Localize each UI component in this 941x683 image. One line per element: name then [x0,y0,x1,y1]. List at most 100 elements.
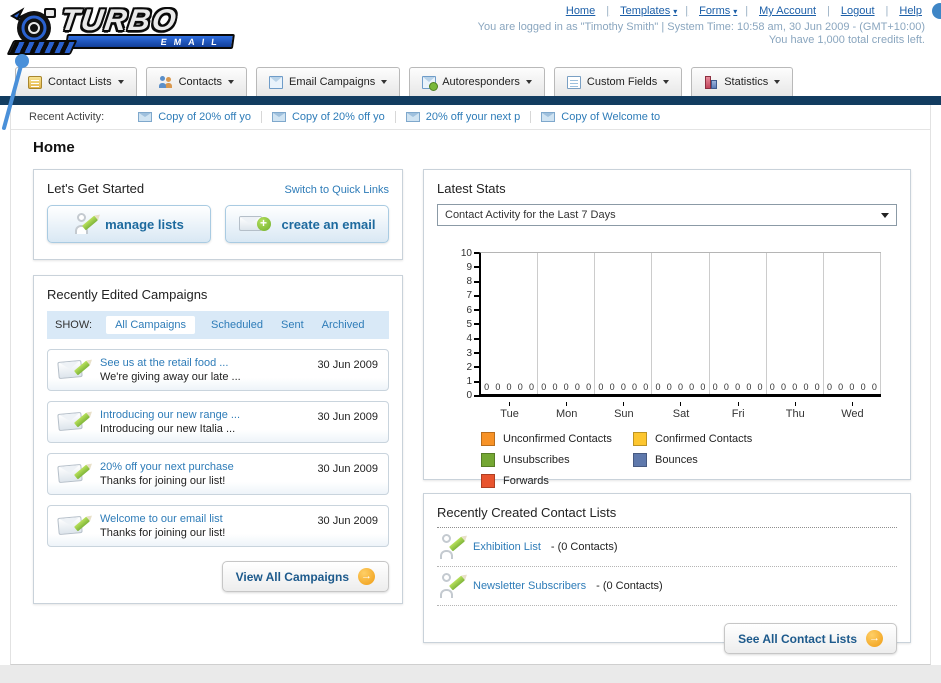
chevron-down-icon [381,80,388,84]
nav-tab[interactable]: Statistics [691,67,794,96]
y-axis-tick: 5 [451,319,479,330]
legend-item: Bounces [633,453,785,467]
campaign-row[interactable]: 20% off your next purchase Thanks for jo… [47,453,389,495]
nav-tab[interactable]: Email Campaigns [256,67,401,96]
manage-lists-button[interactable]: manage lists [47,205,211,243]
campaign-filter-tab[interactable]: Sent [279,316,306,334]
legend-swatch [481,474,495,488]
nav-tab-label: Contacts [178,76,223,88]
campaign-title-link[interactable]: 20% off your next purchase [100,461,307,473]
bar-value-label: 0 [781,382,787,392]
bar-value-label: 0 [689,382,695,392]
campaign-list: See us at the retail food ... We're givi… [47,349,389,547]
decorative-cord [2,54,29,130]
campaign-subtitle: Thanks for joining our list! [100,527,226,539]
contact-list-name-link[interactable]: Newsletter Subscribers [473,580,586,592]
legend-label: Bounces [655,454,698,466]
recent-activity-bar: Recent Activity: Copy of 20% off yo Copy… [11,105,930,130]
recent-activity-label: Recent Activity: [29,111,105,123]
main-columns: Let's Get Started Switch to Quick Links … [11,156,930,654]
create-email-button[interactable]: + create an email [225,205,389,243]
envelope-pencil-icon [57,357,91,383]
app-logo: TURBO EMAIL [6,4,240,56]
header-link[interactable]: Templates ▾ [598,5,677,17]
envelope-icon [541,112,556,122]
bar-value-label: 0 [849,382,855,392]
recent-activity-item[interactable]: Copy of Welcome to [530,111,670,123]
legend-item: Unconfirmed Contacts [481,432,633,446]
recent-activity-item[interactable]: Copy of 20% off yo [260,111,395,123]
campaign-filter-tab[interactable]: Scheduled [209,316,265,334]
contact-list-row[interactable]: Newsletter Subscribers - (0 Contacts) [437,567,897,606]
bar-value-label: 0 [528,382,534,392]
chevron-down-icon [117,80,124,84]
bar-value-label: 0 [712,382,718,392]
campaign-row[interactable]: Introducing our new range ... Introducin… [47,401,389,443]
recent-activity-item[interactable]: 20% off your next p [394,111,531,123]
page-footer [0,665,941,683]
bar-value-label: 0 [803,382,809,392]
person-pencil-icon [439,573,466,599]
campaign-title-link[interactable]: Introducing our new range ... [100,409,307,421]
header-link-label: My Account [759,5,816,17]
chart-day-column: 00000 [767,253,824,394]
x-axis-label: Fri [710,402,767,420]
see-all-contact-lists-button[interactable]: See All Contact Lists → [724,623,897,654]
nav-tab[interactable]: Contacts [145,67,248,96]
campaigns-title: Recently Edited Campaigns [47,287,208,302]
nav-tab-icon [566,75,581,89]
switch-quick-links-link[interactable]: Switch to Quick Links [284,184,389,196]
header-link[interactable]: Forms ▾ [677,5,737,17]
nav-divider-bar [0,96,941,105]
envelope-pencil-icon [57,409,91,435]
chevron-down-icon [663,80,670,84]
bar-value-label: 0 [484,382,490,392]
bar-value-label: 0 [495,382,501,392]
campaign-subtitle: Thanks for joining our list! [100,475,226,487]
left-column: Let's Get Started Switch to Quick Links … [33,169,403,604]
campaign-title-link[interactable]: Welcome to our email list [100,513,307,525]
contact-lists-panel: Recently Created Contact Lists Exhibitio… [423,493,911,654]
nav-tab[interactable]: Custom Fields [553,67,683,96]
nav-tab[interactable]: Autoresponders [409,67,545,96]
chart-day-column: 00000 [481,253,539,394]
header-link[interactable]: Home [566,5,598,17]
campaign-row[interactable]: Welcome to our email list Thanks for joi… [47,505,389,547]
bar-value-label: 0 [563,382,569,392]
person-pencil-icon [439,534,466,560]
see-all-contact-lists-label: See All Contact Lists [738,631,857,646]
y-axis-tick: 3 [451,348,479,359]
envelope-pencil-icon [57,513,91,539]
chart-day-column: 00000 [824,253,881,394]
contact-list-row[interactable]: Exhibition List - (0 Contacts) [437,528,897,567]
y-axis-tick: 1 [451,376,479,387]
header-link-label: Forms [699,5,731,17]
x-axis-label: Thu [767,402,824,420]
header-link[interactable]: Help [878,5,925,17]
help-bubble-icon[interactable] [932,3,941,19]
chart-day-column: 00000 [652,253,710,394]
campaign-date: 30 Jun 2009 [317,411,378,423]
header-link[interactable]: My Account [737,5,819,17]
bar-value-label: 0 [517,382,523,392]
campaign-title-link[interactable]: See us at the retail food ... [100,357,307,369]
x-axis-label: Mon [538,402,595,420]
y-axis-tick: 8 [451,276,479,287]
bar-value-label: 0 [757,382,763,392]
campaign-row[interactable]: See us at the retail food ... We're givi… [47,349,389,391]
legend-swatch [481,453,495,467]
campaign-filter-tab[interactable]: All Campaigns [106,316,195,334]
contact-list-name-link[interactable]: Exhibition List [473,541,541,553]
view-all-campaigns-button[interactable]: View All Campaigns → [221,561,389,592]
latest-stats-title: Latest Stats [437,181,506,196]
header-link[interactable]: Logout [819,5,878,17]
x-axis-labels: Tue Mon Sun Sat Fri Thu Wed [481,402,881,420]
x-axis-label: Sun [595,402,652,420]
recent-activity-item[interactable]: Copy of 20% off yo [128,111,261,123]
stats-period-select[interactable]: Contact Activity for the Last 7 Days [437,204,897,226]
campaign-subtitle: Introducing our new Italia ... [100,423,236,435]
legend-swatch [633,453,647,467]
login-info: You are logged in as "Timothy Smith" | S… [477,21,925,33]
campaign-filter-tab[interactable]: Archived [320,316,367,334]
bar-value-label: 0 [598,382,604,392]
